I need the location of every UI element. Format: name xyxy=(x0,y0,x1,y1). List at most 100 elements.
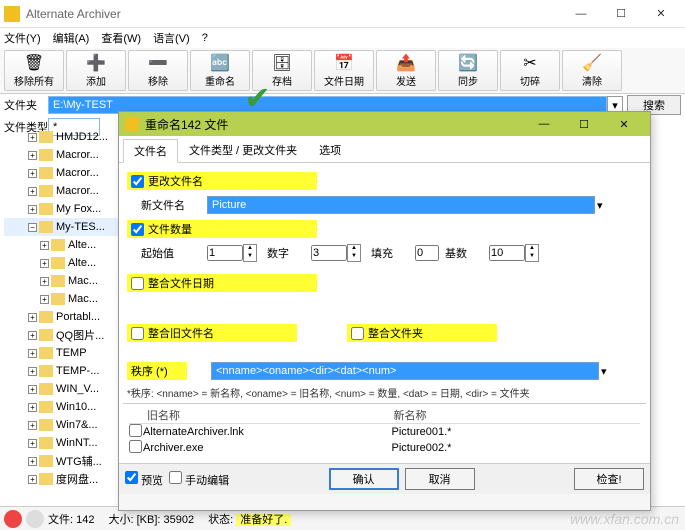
toolbar-9[interactable]: 🧹清除 xyxy=(562,50,622,91)
minimize-button[interactable]: — xyxy=(561,0,601,28)
consolidate-old-checkbox[interactable]: 整合旧文件名 xyxy=(127,324,297,342)
toolbar: 🗑移除所有➕添加➖移除🔤重命名🗄存档📅文件日期📤发送🔄同步✂切碎🧹清除 xyxy=(0,48,685,94)
toolbar-4[interactable]: 🗄存档 xyxy=(252,50,312,91)
toolbar-2[interactable]: ➖移除 xyxy=(128,50,188,91)
expand-icon[interactable]: + xyxy=(28,151,37,160)
toolbar-7[interactable]: 🔄同步 xyxy=(438,50,498,91)
fill-input[interactable] xyxy=(415,245,439,261)
folder-icon xyxy=(39,347,53,359)
menu-edit[interactable]: 编辑(A) xyxy=(53,30,90,46)
new-filename-input[interactable] xyxy=(207,196,595,214)
consolidate-folder-checkbox[interactable]: 整合文件夹 xyxy=(347,324,497,342)
stop-icon[interactable] xyxy=(4,510,22,528)
consolidate-date-checkbox[interactable]: 整合文件日期 xyxy=(127,274,317,292)
dialog-minimize[interactable]: — xyxy=(524,112,564,136)
menu-help[interactable]: ? xyxy=(202,32,208,44)
toolbar-0[interactable]: 🗑移除所有 xyxy=(4,50,64,91)
menu-language[interactable]: 语言(V) xyxy=(153,30,190,46)
tree-label: WinNT... xyxy=(56,437,98,449)
expand-icon[interactable]: + xyxy=(28,421,37,430)
digit-spinner[interactable]: ▲▼ xyxy=(347,244,361,262)
tree-label: Mac... xyxy=(68,275,98,287)
manual-edit-checkbox[interactable]: 手动编辑 xyxy=(169,471,229,488)
expand-icon[interactable]: + xyxy=(28,403,37,412)
expand-icon[interactable]: + xyxy=(28,331,37,340)
app-icon xyxy=(4,6,20,22)
order-dropdown[interactable]: ▾ xyxy=(601,365,607,378)
expand-icon[interactable]: + xyxy=(40,277,49,286)
expand-icon[interactable]: + xyxy=(40,259,49,268)
expand-icon[interactable]: + xyxy=(28,439,37,448)
expand-icon[interactable]: + xyxy=(28,313,37,322)
toolbar-3[interactable]: 🔤重命名 xyxy=(190,50,250,91)
toolbar-5[interactable]: 📅文件日期 xyxy=(314,50,374,91)
dialog-footer: 预览 手动编辑 确认 取消 检查! xyxy=(119,463,650,494)
expand-icon[interactable]: + xyxy=(28,367,37,376)
change-filename-checkbox[interactable]: 更改文件名 xyxy=(127,172,317,190)
toolbar-icon: 🗑 xyxy=(22,53,46,73)
expand-icon[interactable]: + xyxy=(28,349,37,358)
row-checkbox[interactable] xyxy=(129,440,142,453)
col-new[interactable]: 新名称 xyxy=(394,407,641,423)
expand-icon[interactable]: + xyxy=(28,385,37,394)
folder-icon xyxy=(39,329,53,341)
expand-icon[interactable]: + xyxy=(40,241,49,250)
cancel-button[interactable]: 取消 xyxy=(405,468,475,490)
ok-button[interactable]: 确认 xyxy=(329,468,399,490)
base-spinner[interactable]: ▲▼ xyxy=(525,244,539,262)
status-file-label: 文件: xyxy=(48,514,73,526)
start-input[interactable] xyxy=(207,245,243,261)
close-button[interactable]: ✕ xyxy=(641,0,681,28)
preview-checkbox[interactable]: 预览 xyxy=(125,471,163,488)
file-count-checkbox[interactable]: 文件数量 xyxy=(127,220,317,238)
new-filename-dropdown[interactable]: ▾ xyxy=(597,199,603,212)
folder-icon xyxy=(39,383,53,395)
tree-label: QQ图片... xyxy=(56,327,104,343)
folder-label: 文件夹 xyxy=(4,97,48,113)
maximize-button[interactable]: ☐ xyxy=(601,0,641,28)
toolbar-icon: 🔄 xyxy=(456,53,480,73)
toolbar-label: 存档 xyxy=(272,73,292,88)
table-row[interactable]: Archiver.exe Picture002.* xyxy=(129,440,640,456)
dialog-maximize[interactable]: ☐ xyxy=(564,112,604,136)
toolbar-label: 重命名 xyxy=(205,73,235,88)
folder-icon xyxy=(39,203,53,215)
toolbar-label: 发送 xyxy=(396,73,416,88)
toolbar-icon: 🔤 xyxy=(208,53,232,73)
tree-label: WIN_V... xyxy=(56,383,99,395)
order-note: *秩序: <nname> = 新名称, <oname> = 旧名称, <num>… xyxy=(127,383,642,404)
digit-input[interactable] xyxy=(311,245,347,261)
start-spinner[interactable]: ▲▼ xyxy=(243,244,257,262)
table-row[interactable]: AlternateArchiver.lnk Picture001.* xyxy=(129,424,640,440)
menu-view[interactable]: 查看(W) xyxy=(101,30,141,46)
expand-icon[interactable]: + xyxy=(28,187,37,196)
row-checkbox[interactable] xyxy=(129,424,142,437)
base-label: 基数 xyxy=(445,245,479,261)
menu-file[interactable]: 文件(Y) xyxy=(4,30,41,46)
tree-label: 度网盘... xyxy=(56,471,98,487)
base-input[interactable] xyxy=(489,245,525,261)
folder-icon xyxy=(39,311,53,323)
expand-icon[interactable]: + xyxy=(40,295,49,304)
expand-icon[interactable]: + xyxy=(28,205,37,214)
tab-filename[interactable]: 文件名 xyxy=(123,139,178,163)
tab-filetype[interactable]: 文件类型 / 更改文件夹 xyxy=(178,138,308,162)
expand-icon[interactable]: − xyxy=(28,223,37,232)
expand-icon[interactable]: + xyxy=(28,169,37,178)
expand-icon[interactable]: + xyxy=(28,475,37,484)
order-input[interactable] xyxy=(211,362,599,380)
check-button[interactable]: 检查! xyxy=(574,468,644,490)
folder-icon xyxy=(39,221,53,233)
toolbar-6[interactable]: 📤发送 xyxy=(376,50,436,91)
expand-icon[interactable]: + xyxy=(28,457,37,466)
toolbar-label: 添加 xyxy=(86,73,106,88)
expand-icon[interactable]: + xyxy=(28,133,37,142)
toolbar-8[interactable]: ✂切碎 xyxy=(500,50,560,91)
dialog-panel: 更改文件名 新文件名 ▾ 文件数量 起始值 ▲▼ 数字 ▲▼ 填充 基数 ▲▼ … xyxy=(119,163,650,463)
titlebar: Alternate Archiver — ☐ ✕ xyxy=(0,0,685,28)
col-old[interactable]: 旧名称 xyxy=(147,407,394,423)
tab-options[interactable]: 选项 xyxy=(308,138,352,162)
pause-icon[interactable] xyxy=(26,510,44,528)
dialog-close[interactable]: ✕ xyxy=(604,112,644,136)
toolbar-1[interactable]: ➕添加 xyxy=(66,50,126,91)
